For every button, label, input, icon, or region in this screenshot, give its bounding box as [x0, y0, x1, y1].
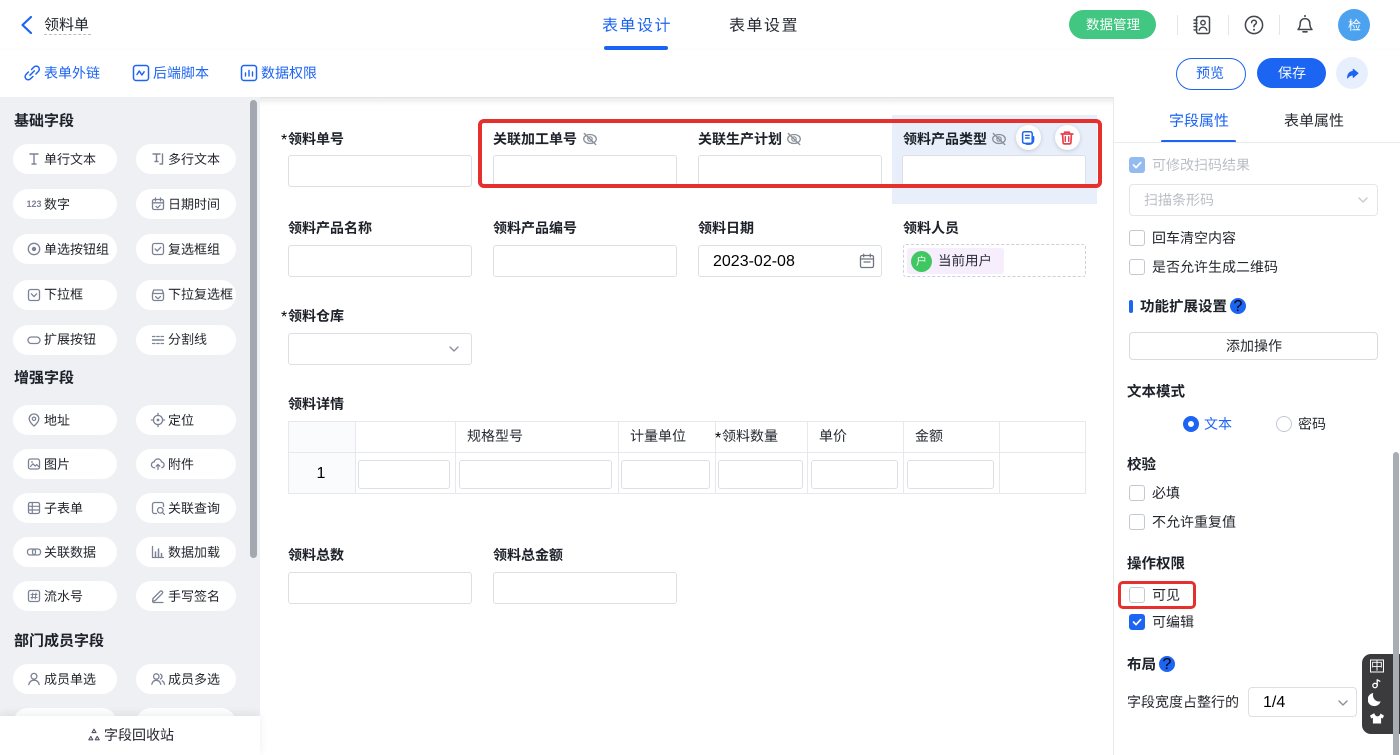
svg-text:123: 123: [26, 199, 41, 209]
